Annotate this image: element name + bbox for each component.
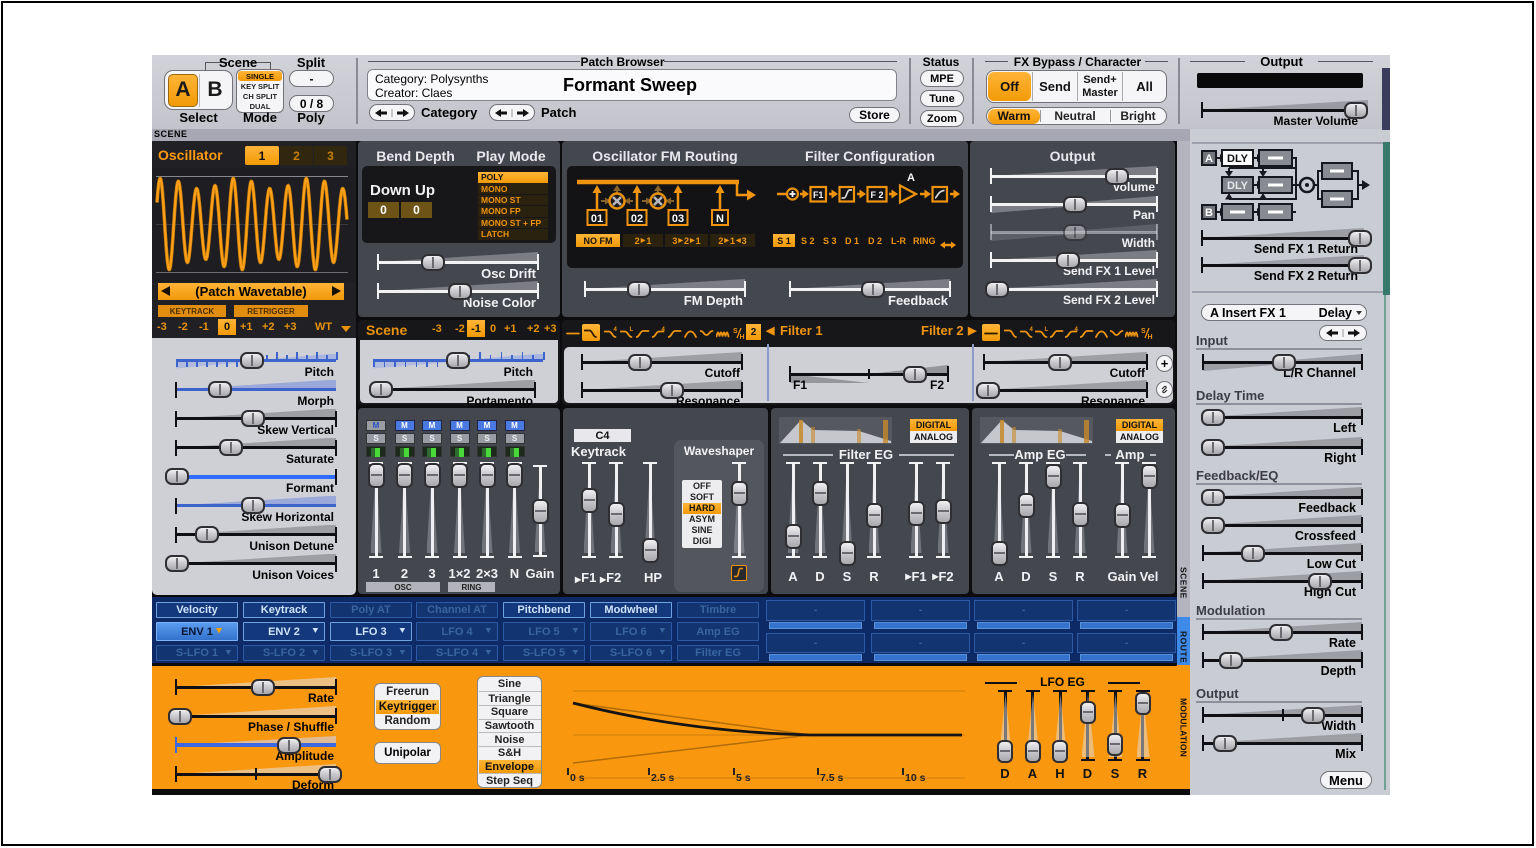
svg-text:L: L <box>1045 327 1049 333</box>
svg-text:F1: F1 <box>813 190 824 200</box>
svg-text:A: A <box>1205 153 1213 165</box>
svg-text:B: B <box>1205 207 1213 219</box>
svg-text:03: 03 <box>672 213 684 225</box>
svg-text:4: 4 <box>1075 327 1079 333</box>
svg-text:N: N <box>716 213 724 225</box>
svg-text:4: 4 <box>1030 327 1034 333</box>
svg-text:S: S <box>733 328 738 335</box>
svg-text:H: H <box>740 334 745 340</box>
svg-text:L: L <box>630 327 634 333</box>
svg-text:01: 01 <box>591 213 603 225</box>
svg-text:4: 4 <box>662 327 666 333</box>
svg-text:S: S <box>1141 328 1146 335</box>
svg-text:4: 4 <box>614 327 618 333</box>
svg-text:H: H <box>1148 334 1153 340</box>
svg-text:DLY: DLY <box>1227 153 1249 165</box>
svg-text:DLY: DLY <box>1227 180 1249 192</box>
svg-text:02: 02 <box>631 213 643 225</box>
